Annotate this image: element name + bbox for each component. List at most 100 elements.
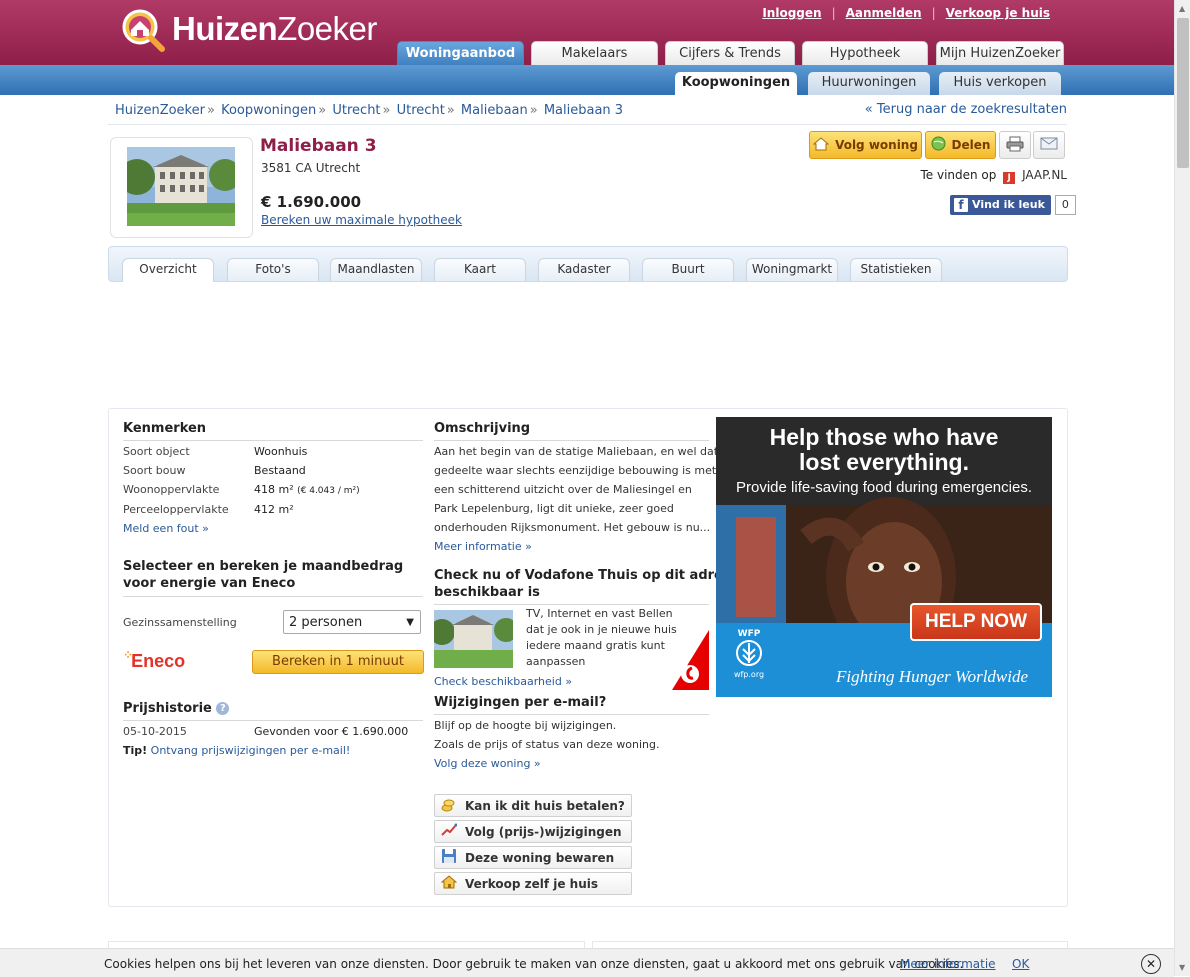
scrollbar[interactable]: ▲ ▼ — [1174, 0, 1190, 976]
more-info-link[interactable]: Meer informatie » — [434, 540, 532, 553]
calculate-energy-button[interactable]: Bereken in 1 minuut — [252, 650, 424, 674]
tab-overzicht[interactable]: Overzicht — [122, 258, 214, 282]
follow-property-link[interactable]: Volg deze woning » — [434, 757, 541, 770]
back-to-results-link[interactable]: « Terug naar de zoekresultaten — [865, 102, 1067, 117]
kenmerken-heading: Kenmerken — [123, 421, 207, 436]
breadcrumb-link[interactable]: Koopwoningen — [221, 103, 316, 118]
cookie-bar: Cookies helpen ons bij het leveren van o… — [0, 948, 1174, 977]
eneco-logo: ⁘Eneco — [123, 648, 186, 671]
top-links: Inloggen | Aanmelden | Verkoop je huis — [752, 6, 1050, 20]
scroll-down-arrow-icon[interactable]: ▼ — [1179, 963, 1185, 972]
tab-statistieken[interactable]: Statistieken — [850, 258, 942, 281]
sell-house-link[interactable]: Verkoop je huis — [946, 6, 1050, 20]
feature-label: Soort bouw — [123, 464, 186, 477]
report-error-link[interactable]: Meld een fout » — [123, 522, 209, 535]
tab-cijfers-trends[interactable]: Cijfers & Trends — [665, 41, 795, 66]
vodafone-logo — [672, 630, 709, 690]
login-link[interactable]: Inloggen — [762, 6, 821, 20]
subtab-huis-verkopen[interactable]: Huis verkopen — [939, 72, 1061, 95]
tab-woningaanbod[interactable]: Woningaanbod — [397, 41, 524, 66]
property-price: € 1.690.000 — [261, 193, 362, 211]
envelope-icon — [1040, 137, 1058, 153]
breadcrumb-link[interactable]: Maliebaan — [461, 103, 528, 118]
property-thumbnail[interactable] — [110, 137, 253, 238]
price-tip: Tip! Ontvang prijswijzigingen per e-mail… — [123, 744, 351, 757]
print-button[interactable] — [999, 131, 1031, 159]
separator: | — [931, 6, 936, 20]
jaap-link[interactable]: JAAP.NL — [1022, 168, 1067, 182]
property-address: 3581 CA Utrecht — [261, 161, 361, 175]
tab-woningmarkt[interactable]: Woningmarkt — [746, 258, 838, 281]
tab-mijn-huizenzoeker[interactable]: Mijn HuizenZoeker — [936, 41, 1064, 66]
found-on: Te vinden op J JAAP.NL — [920, 168, 1067, 184]
property-title: Maliebaan 3 — [260, 136, 377, 156]
subtab-koopwoningen[interactable]: Koopwoningen — [675, 72, 797, 95]
facebook-like-button[interactable]: f Vind ik leuk — [950, 195, 1051, 215]
property-photo — [127, 147, 235, 226]
price-history-heading: Prijshistorie ? — [123, 701, 230, 716]
breadcrumb-link[interactable]: Utrecht — [332, 103, 380, 118]
cookie-text: Cookies helpen ons bij het leveren van o… — [104, 957, 964, 971]
tab-makelaars[interactable]: Makelaars — [531, 41, 658, 66]
breadcrumb-current[interactable]: Maliebaan 3 — [544, 103, 623, 118]
breadcrumb-link[interactable]: HuizenZoeker — [115, 103, 205, 118]
household-select[interactable]: 2 personen ▼ — [283, 610, 421, 634]
feature-value: 412 m² — [254, 503, 294, 516]
follow-property-button[interactable]: Volg woning — [809, 131, 922, 159]
email-changes-heading: Wijzigingen per e-mail? — [434, 695, 607, 710]
price-alert-link[interactable]: Ontvang prijswijzigingen per e-mail! — [151, 744, 351, 757]
tab-kadaster[interactable]: Kadaster — [538, 258, 630, 281]
description-text: Aan het begin van de statige Maliebaan, … — [434, 445, 719, 534]
cookie-ok-link[interactable]: OK — [1012, 957, 1029, 971]
feature-label: Woonoppervlakte — [123, 483, 220, 496]
help-now-button[interactable]: HELP NOW — [910, 603, 1042, 641]
sell-your-house-button[interactable]: Verkoop zelf je huis — [434, 872, 632, 895]
calculate-mortgage-link[interactable]: Bereken uw maximale hypotheek — [261, 213, 462, 227]
email-button[interactable] — [1033, 131, 1065, 159]
follow-property-label: Volg woning — [835, 138, 918, 152]
tab-buurt[interactable]: Buurt — [642, 258, 734, 281]
close-icon[interactable]: ✕ — [1141, 954, 1161, 974]
feature-value: Bestaand — [254, 464, 306, 477]
ad-headline: Help those who have lost everything. — [769, 424, 999, 475]
divider — [123, 720, 423, 721]
facebook-like-label: Vind ik leuk — [972, 198, 1045, 211]
save-property-button[interactable]: Deze woning bewaren — [434, 846, 632, 869]
wfp-advertisement[interactable]: Help those who have lost everything. Prov… — [716, 417, 1052, 697]
house-magnifier-logo-icon — [122, 9, 165, 52]
tab-kaart[interactable]: Kaart — [434, 258, 526, 281]
breadcrumb-link[interactable]: Utrecht — [397, 103, 445, 118]
breadcrumb-separator: » — [529, 103, 538, 118]
dropdown-arrow-icon: ▼ — [406, 617, 414, 628]
house-icon — [812, 136, 830, 154]
scrollbar-thumb[interactable] — [1177, 18, 1189, 168]
floppy-disk-icon — [441, 848, 457, 867]
can-i-afford-button[interactable]: Kan ik dit huis betalen? — [434, 794, 632, 817]
check-availability-link[interactable]: Check beschikbaarheid » — [434, 675, 572, 688]
divider — [123, 440, 423, 441]
energy-heading: Selecteer en bereken je maandbedrag voor … — [123, 559, 404, 591]
price-per-m2: (€ 4.043 / m²) — [297, 486, 360, 496]
scroll-up-arrow-icon[interactable]: ▲ — [1179, 4, 1185, 13]
divider — [434, 604, 709, 605]
register-link[interactable]: Aanmelden — [846, 6, 922, 20]
household-select-value: 2 personen — [289, 615, 363, 630]
logo[interactable]: HuizenZoeker — [114, 6, 377, 52]
help-icon[interactable]: ? — [216, 702, 230, 715]
printer-icon — [1006, 136, 1024, 155]
can-i-afford-label: Kan ik dit huis betalen? — [465, 798, 625, 813]
save-property-label: Deze woning bewaren — [465, 850, 615, 865]
tab-maandlasten[interactable]: Maandlasten — [330, 258, 422, 281]
cookie-more-info-link[interactable]: Meer informatie — [900, 957, 996, 971]
follow-price-changes-button[interactable]: Volg (prijs-)wijzigingen — [434, 820, 632, 843]
tab-fotos[interactable]: Foto's — [227, 258, 319, 281]
trend-chart-icon — [441, 822, 458, 841]
tab-hypotheek[interactable]: Hypotheek — [802, 41, 928, 66]
share-label: Delen — [951, 138, 991, 152]
separator: | — [831, 6, 836, 20]
breadcrumb-separator: » — [382, 103, 391, 118]
globe-icon — [931, 136, 946, 154]
follow-price-changes-label: Volg (prijs-)wijzigingen — [465, 824, 622, 839]
share-button[interactable]: Delen — [925, 131, 996, 159]
subtab-huurwoningen[interactable]: Huurwoningen — [808, 72, 930, 95]
